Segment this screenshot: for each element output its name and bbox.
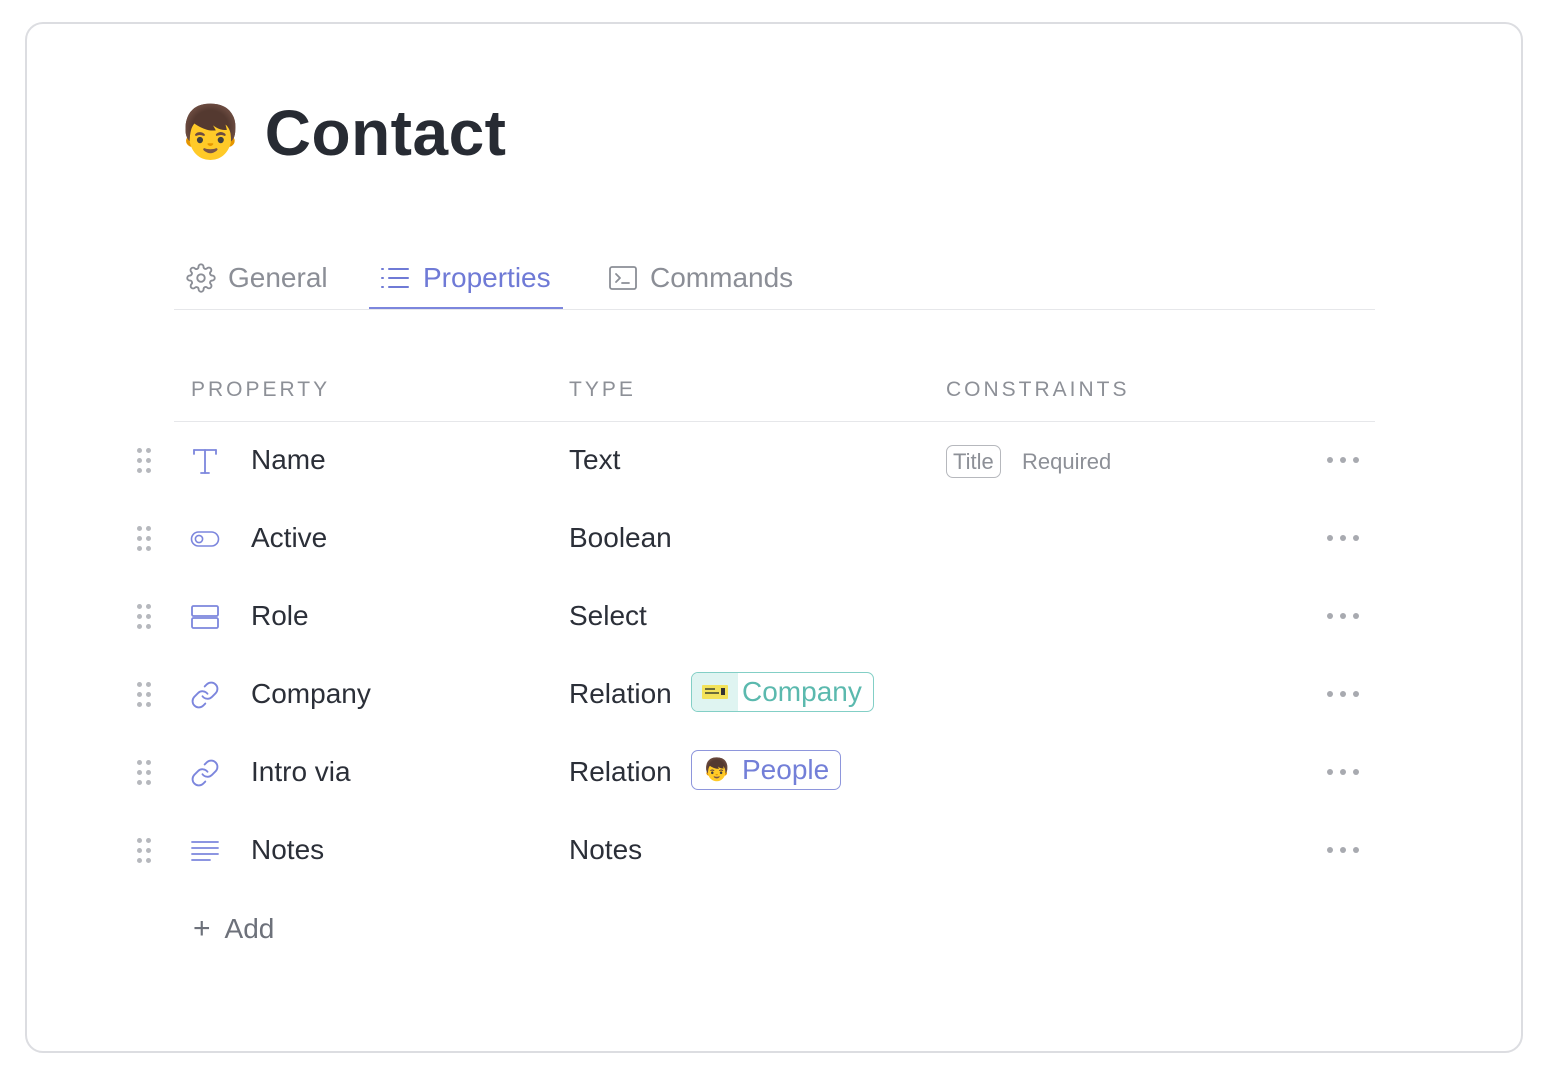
drag-handle-icon[interactable] — [136, 760, 152, 786]
select-icon — [191, 605, 219, 629]
property-type: Boolean — [569, 522, 672, 553]
add-property-label: Add — [224, 913, 275, 944]
list-icon — [381, 268, 409, 288]
tab-properties-label: Properties — [423, 262, 551, 293]
plus-icon: + — [193, 912, 211, 945]
more-options-icon[interactable] — [1327, 684, 1359, 704]
drag-handle-icon[interactable] — [136, 448, 152, 474]
tab-properties[interactable]: Properties — [369, 248, 563, 309]
table-row[interactable]: Active Boolean — [130, 500, 1375, 578]
drag-handle-icon[interactable] — [136, 604, 152, 630]
gear-icon — [186, 263, 216, 293]
more-options-icon[interactable] — [1327, 450, 1359, 470]
drag-handle-icon[interactable] — [136, 526, 152, 552]
property-name: Active — [251, 522, 328, 553]
link-icon — [191, 759, 219, 787]
table-row[interactable]: Intro via Relation 👦 People — [130, 734, 1375, 812]
more-options-icon[interactable] — [1327, 528, 1359, 548]
relation-chip-label: People — [742, 754, 830, 785]
page-header: 👦 Contact — [178, 96, 506, 170]
property-type: Text — [569, 444, 621, 475]
more-options-icon[interactable] — [1327, 840, 1359, 860]
property-type: Relation — [569, 678, 672, 709]
relation-chip-company[interactable]: Company — [691, 672, 874, 712]
required-constraint: Required — [1022, 449, 1112, 474]
column-header-property: Property — [191, 378, 331, 401]
notes-icon — [191, 841, 219, 861]
table-row[interactable]: Name Text Title Required — [130, 422, 1375, 500]
column-header-type: Type — [569, 378, 636, 401]
relation-chip-label: Company — [742, 676, 862, 707]
title-badge: Title — [946, 445, 1001, 478]
table-row[interactable]: Role Select — [130, 578, 1375, 656]
tab-commands[interactable]: Commands — [608, 248, 793, 308]
property-type: Relation — [569, 756, 672, 787]
more-options-icon[interactable] — [1327, 762, 1359, 782]
text-icon — [193, 449, 217, 474]
tab-bar: General Properties Commands — [174, 248, 1375, 310]
relation-chip-people[interactable]: 👦 People — [691, 750, 842, 790]
terminal-icon — [609, 266, 637, 290]
add-property-button[interactable]: + Add — [193, 912, 274, 946]
tab-general[interactable]: General — [186, 248, 328, 308]
link-icon — [191, 681, 219, 709]
toggle-icon — [190, 531, 220, 547]
tab-commands-label: Commands — [650, 262, 794, 293]
page-title: Contact — [264, 97, 507, 169]
table-row[interactable]: Notes Notes — [130, 812, 1375, 890]
property-name: Notes — [251, 834, 325, 865]
property-name: Company — [251, 678, 371, 709]
property-name: Name — [251, 444, 326, 475]
property-name: Intro via — [251, 756, 351, 787]
tab-general-label: General — [228, 262, 328, 293]
table-row[interactable]: Company Relation Company — [130, 656, 1375, 734]
property-type: Select — [569, 600, 647, 631]
more-options-icon[interactable] — [1327, 606, 1359, 626]
drag-handle-icon[interactable] — [136, 682, 152, 708]
property-name: Role — [251, 600, 309, 631]
company-card-icon — [692, 673, 738, 711]
person-emoji-icon: 👦 — [703, 757, 731, 782]
table-header: Property Type Constraints — [174, 368, 1375, 422]
column-header-constraints: Constraints — [946, 378, 1130, 401]
person-emoji-icon: 👦 — [178, 104, 243, 162]
property-type: Notes — [569, 834, 643, 865]
drag-handle-icon[interactable] — [136, 838, 152, 864]
